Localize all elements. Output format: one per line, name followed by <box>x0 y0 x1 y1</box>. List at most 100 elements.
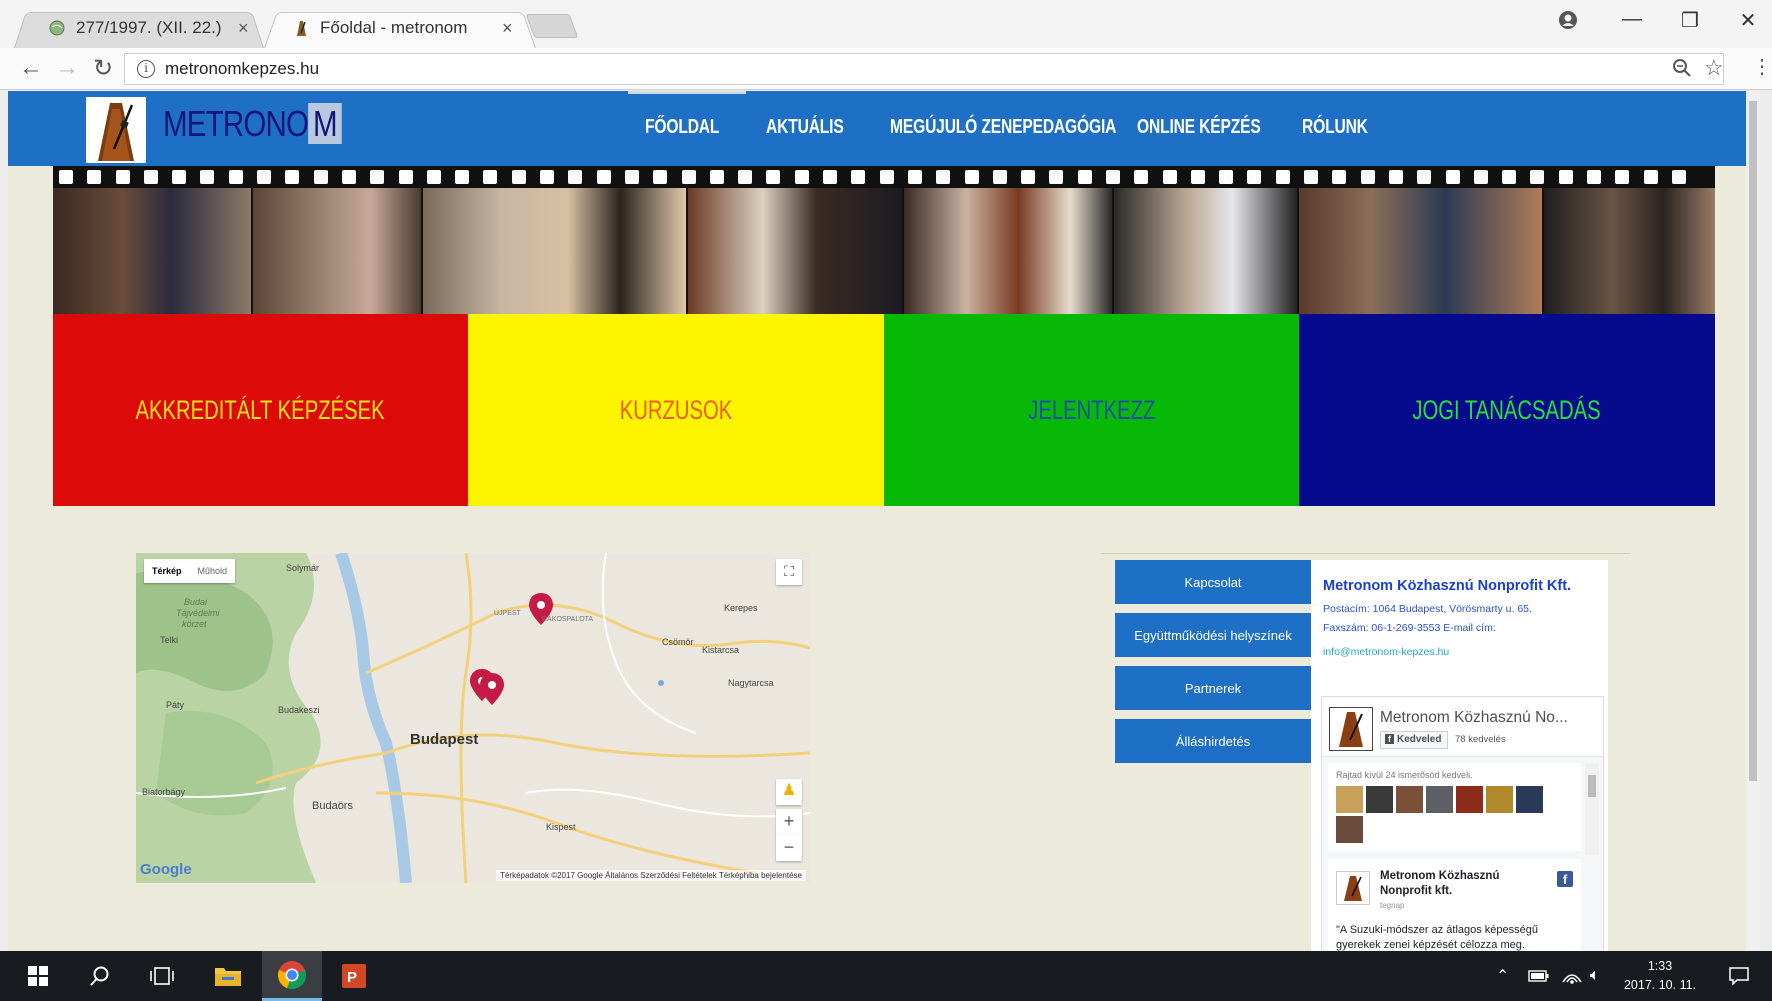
minimize-icon[interactable]: — <box>1612 8 1652 31</box>
tile-akkreditalt-kepzesek[interactable]: AKKREDITÁLT KÉPZÉSEK <box>53 314 468 506</box>
tab-title: 277/1997. (XII. 22.) Korm <box>76 18 226 37</box>
film-hole <box>1077 170 1092 184</box>
film-hole <box>228 170 243 184</box>
powerpoint-icon[interactable]: P <box>324 951 384 1001</box>
facebook-icon[interactable]: f <box>1557 871 1573 887</box>
friend-avatar[interactable] <box>1516 786 1543 813</box>
battery-icon[interactable] <box>1528 951 1550 1001</box>
kapcsolat-button[interactable]: Kapcsolat <box>1115 560 1311 604</box>
facebook-like-button[interactable]: Kedveled <box>1380 731 1449 749</box>
category-tiles: AKKREDITÁLT KÉPZÉSEK KURZUSOK JELENTKEZZ… <box>53 314 1715 506</box>
nav-aktualis[interactable]: AKTUÁLIS <box>766 116 844 139</box>
new-tab-button[interactable] <box>525 14 579 38</box>
friend-avatar[interactable] <box>1426 786 1453 813</box>
info-icon[interactable]: i <box>137 60 155 78</box>
menu-dots-icon[interactable]: ⋮ <box>1752 54 1772 79</box>
post-author[interactable]: Metronom Közhasznú Nonprofit kft. <box>1380 869 1530 899</box>
tile-kurzusok[interactable]: KURZUSOK <box>468 314 884 506</box>
film-hole <box>568 170 583 184</box>
nav-rolunk[interactable]: RÓLUNK <box>1302 116 1368 139</box>
facebook-page-plugin: Metronom Közhasznú No... Kedveled 78 ked… <box>1321 696 1604 951</box>
pegman-icon[interactable]: ♟ <box>776 779 802 805</box>
url-input[interactable]: i metronomkepzes.hu <box>124 53 1724 85</box>
svg-text:Páty: Páty <box>166 700 185 710</box>
close-window-icon[interactable]: ✕ <box>1728 8 1768 33</box>
svg-text:Budai: Budai <box>184 597 208 607</box>
svg-text:Kerepes: Kerepes <box>724 603 758 613</box>
map-type-map[interactable]: Térkép <box>144 559 190 583</box>
browser-tab-active[interactable]: Főoldal - metronom × <box>264 8 536 49</box>
film-hole <box>59 170 73 184</box>
contact-panel: Metronom Közhasznú Nonprofit Kft. Postac… <box>1311 560 1608 951</box>
bookmark-star-icon[interactable]: ☆ <box>1704 55 1724 81</box>
banner-photo <box>253 188 423 314</box>
reload-icon[interactable]: ↻ <box>88 54 118 83</box>
post-avatar-icon[interactable] <box>1336 871 1370 905</box>
map-footer[interactable]: Térképadatok ©2017 Google Általános Szer… <box>496 870 806 881</box>
tile-label: AKKREDITÁLT KÉPZÉSEK <box>135 394 386 425</box>
film-hole <box>1162 170 1177 184</box>
svg-text:Telki: Telki <box>160 635 178 645</box>
partnerek-button[interactable]: Partnerek <box>1115 666 1311 710</box>
site-header: METRONO M FŐOLDAL AKTUÁLIS MEGÚJULÓ ZENEP… <box>8 91 1746 166</box>
nav-megujulo-zenepedagogia[interactable]: MEGÚJULÓ ZENEPEDAGÓGIA <box>890 116 1116 139</box>
friend-avatar[interactable] <box>1336 816 1363 843</box>
close-tab-icon[interactable]: × <box>238 18 249 39</box>
post-time[interactable]: tegnap <box>1380 901 1404 910</box>
google-logo[interactable]: Google <box>140 861 192 878</box>
nav-online-kepzes[interactable]: ONLINE KÉPZÉS <box>1137 116 1261 139</box>
action-center-icon[interactable] <box>1728 951 1750 1001</box>
banner-photos <box>53 188 1715 314</box>
fullscreen-icon[interactable]: ⛶ <box>776 559 802 585</box>
search-icon[interactable] <box>70 951 130 1001</box>
facebook-scrollbar[interactable] <box>1585 763 1599 855</box>
tile-jelentkezz[interactable]: JELENTKEZZ <box>884 314 1299 506</box>
filmstrip-banner <box>53 166 1715 314</box>
egyuttmukodesi-helyszinek-button[interactable]: Együttműködési helyszínek <box>1115 613 1311 657</box>
film-hole <box>1445 170 1460 184</box>
banner-photo <box>1299 188 1544 314</box>
tile-jogi-tanacsadas[interactable]: JOGI TANÁCSADÁS <box>1299 314 1715 506</box>
banner-photo <box>53 188 253 314</box>
friend-avatar[interactable] <box>1336 786 1363 813</box>
banner-photo <box>688 188 904 314</box>
friend-avatar[interactable] <box>1396 786 1423 813</box>
back-arrow-icon[interactable]: ← <box>16 54 46 82</box>
scrollbar-thumb[interactable] <box>1749 101 1757 781</box>
allashirdetes-button[interactable]: Álláshirdetés <box>1115 719 1311 763</box>
close-tab-icon[interactable]: × <box>502 18 513 39</box>
restore-icon[interactable]: ❐ <box>1670 8 1710 33</box>
friend-avatar[interactable] <box>1456 786 1483 813</box>
volume-icon[interactable]: 🔈︎ <box>1590 951 1600 1001</box>
windows-start-icon[interactable] <box>8 951 68 1001</box>
task-view-icon[interactable] <box>132 951 192 1001</box>
postal-address: Postacím: 1064 Budapest, Vörösmarty u. 6… <box>1323 603 1532 615</box>
google-map[interactable]: Budai Tájvédelmi körzet Solymár Telki Pá… <box>136 553 810 883</box>
tray-chevron-icon[interactable]: ⌃ <box>1496 951 1509 1001</box>
film-hole <box>143 170 158 184</box>
friend-avatar[interactable] <box>1486 786 1513 813</box>
zoom-in-button[interactable]: + <box>776 809 802 835</box>
browser-tab-inactive[interactable]: 277/1997. (XII. 22.) Korm × <box>14 8 264 49</box>
film-hole <box>851 170 866 184</box>
film-hole <box>172 170 187 184</box>
page-scrollbar[interactable] <box>1746 91 1760 951</box>
facebook-page-name[interactable]: Metronom Közhasznú No... <box>1380 709 1568 727</box>
forward-arrow-icon[interactable]: → <box>52 54 82 82</box>
metronome-avatar-icon[interactable] <box>1329 707 1373 751</box>
clock-date: 2017. 10. 11. <box>1623 978 1697 992</box>
svg-text:P: P <box>347 969 357 986</box>
film-hole <box>992 170 1007 184</box>
wifi-icon[interactable] <box>1562 951 1582 1001</box>
friend-avatar[interactable] <box>1366 786 1393 813</box>
system-clock[interactable]: 1:33 2017. 10. 11. <box>1622 957 1698 995</box>
zoom-out-button[interactable]: − <box>776 835 802 861</box>
film-hole <box>709 170 724 184</box>
email-link[interactable]: info@metronom-kepzes.hu <box>1323 646 1596 658</box>
profile-icon[interactable] <box>1548 10 1588 36</box>
map-type-satellite[interactable]: Műhold <box>190 559 236 583</box>
chrome-icon[interactable] <box>262 951 322 1001</box>
file-explorer-icon[interactable] <box>198 951 258 1001</box>
zoom-icon[interactable] <box>1672 58 1692 84</box>
nav-fooldal[interactable]: FŐOLDAL <box>645 116 719 139</box>
